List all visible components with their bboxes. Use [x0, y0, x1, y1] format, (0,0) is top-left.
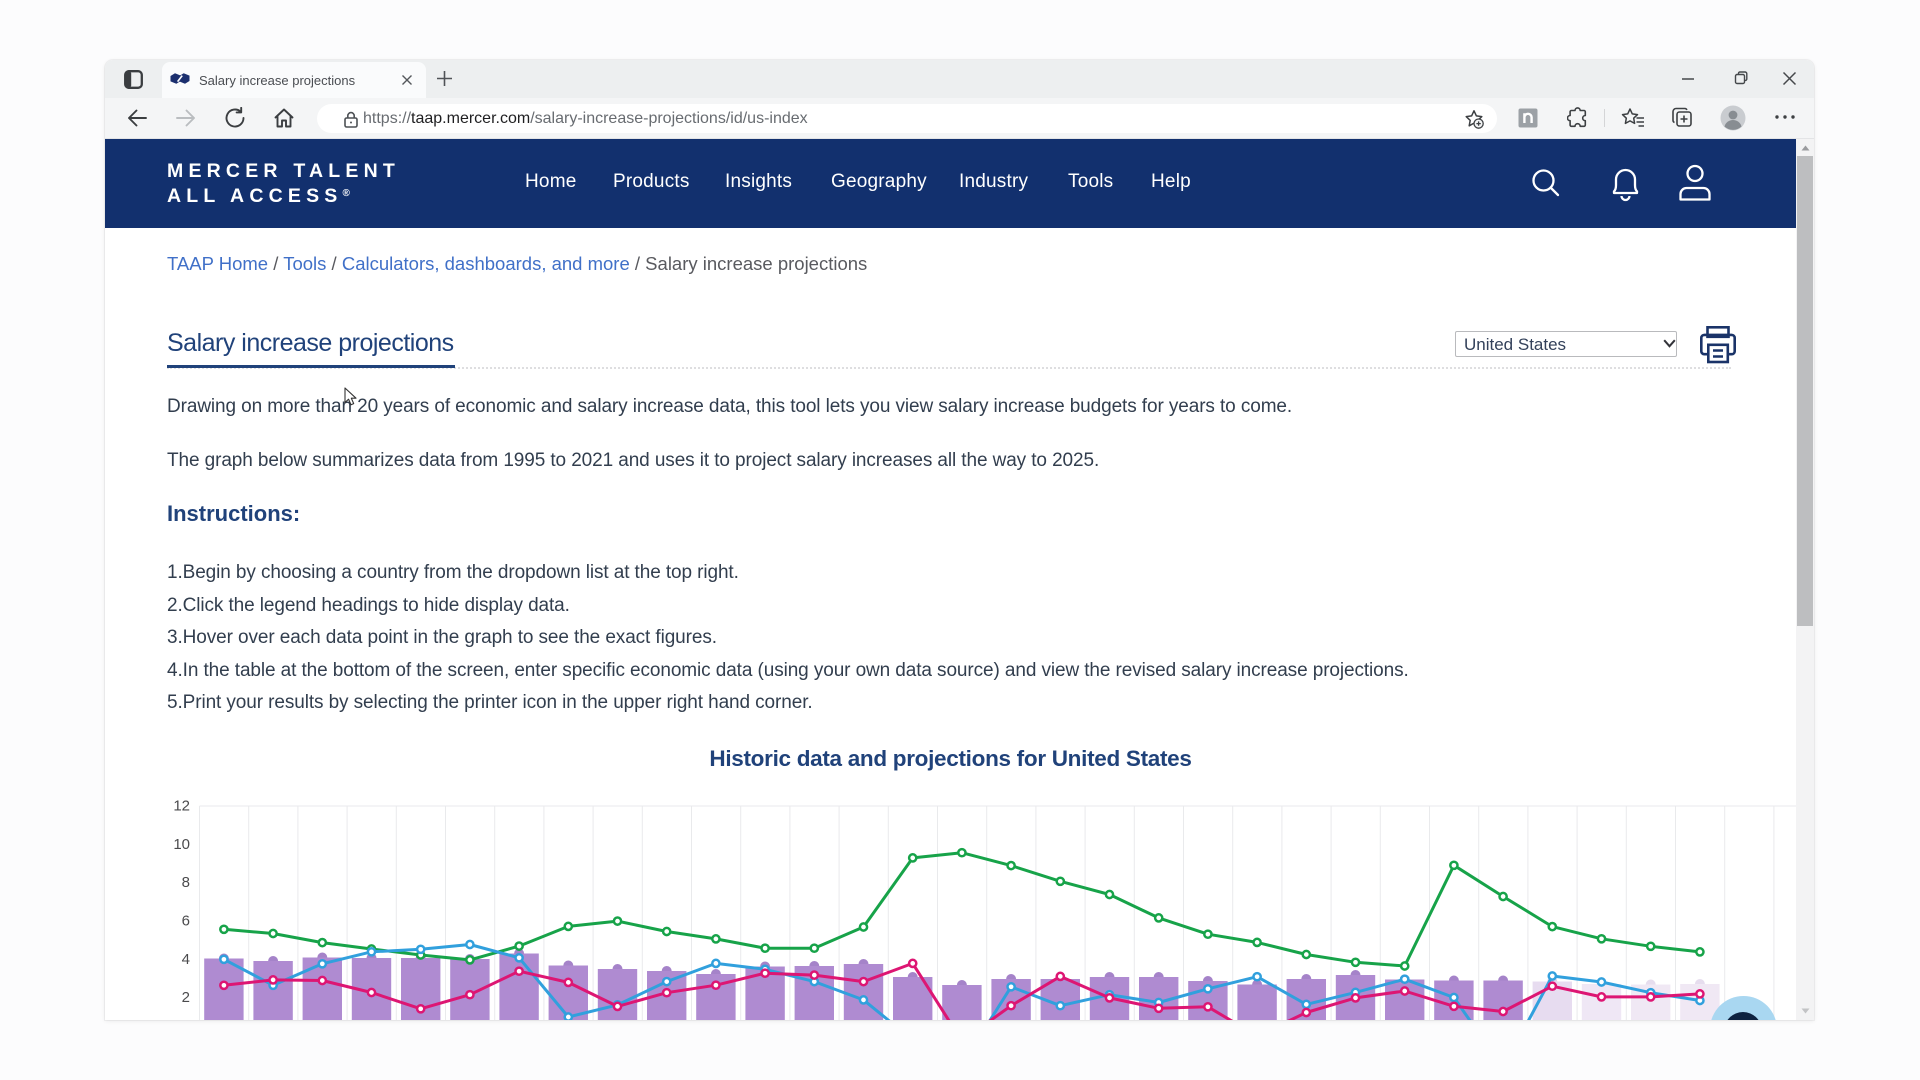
svg-text:12: 12 [173, 798, 190, 815]
svg-text:4: 4 [182, 951, 190, 968]
svg-text:10: 10 [173, 836, 190, 853]
svg-text:2: 2 [182, 989, 190, 1006]
svg-text:8: 8 [182, 874, 190, 891]
svg-text:6: 6 [182, 913, 190, 930]
